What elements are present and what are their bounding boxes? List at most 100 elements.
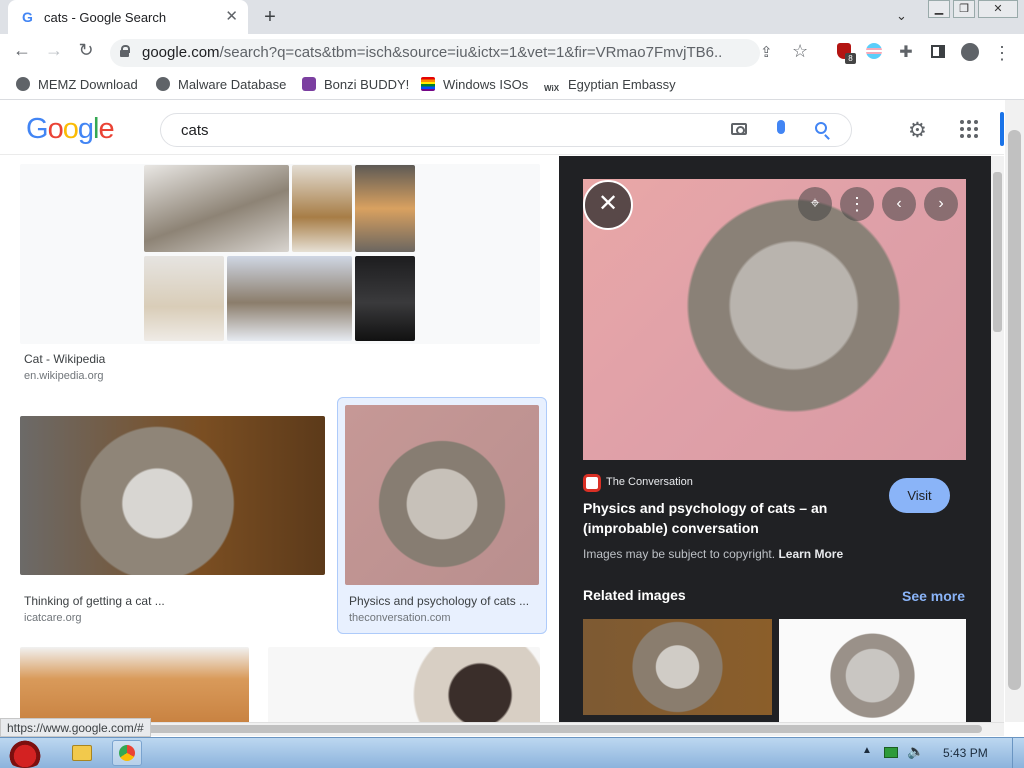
cat-photo: [292, 165, 352, 252]
wix-icon: WiX: [544, 84, 560, 93]
microphone-icon[interactable]: [777, 120, 785, 134]
learn-more-link[interactable]: Learn More: [778, 547, 843, 561]
network-icon[interactable]: [884, 747, 898, 758]
related-images-heading: Related images: [583, 587, 686, 603]
preview-title[interactable]: Physics and psychology of cats – an (imp…: [583, 498, 883, 538]
chrome-icon: [119, 745, 135, 761]
url-domain: google.com: [142, 44, 220, 61]
profile-avatar-icon[interactable]: [960, 43, 980, 63]
search-input[interactable]: cats: [181, 122, 209, 139]
preview-source-name[interactable]: The Conversation: [606, 476, 693, 488]
related-image[interactable]: [779, 619, 966, 722]
google-apps-icon[interactable]: [960, 120, 978, 138]
next-image-icon[interactable]: ›: [924, 187, 958, 221]
search-box[interactable]: cats: [160, 113, 852, 147]
start-button-angry-bird-icon[interactable]: [4, 738, 46, 768]
bookmark-label: Malware Database: [178, 77, 287, 92]
globe-icon: [156, 77, 170, 91]
page-scrollbar-thumb[interactable]: [1008, 130, 1021, 690]
logo-letter: o: [62, 113, 79, 145]
minimize-button[interactable]: ▁: [928, 0, 950, 18]
bookmark-label: Bonzi BUDDY!: [324, 77, 410, 92]
image-results-grid: Cat - Wikipedia en.wikipedia.org Thinkin…: [0, 156, 558, 722]
result-title[interactable]: Thinking of getting a cat ...: [24, 594, 165, 608]
file-explorer-icon[interactable]: [72, 745, 92, 761]
result-source: theconversation.com: [349, 612, 451, 624]
extensions-puzzle-icon[interactable]: ✚: [896, 43, 916, 63]
address-bar[interactable]: google.com/search?q=cats&tbm=isch&source…: [110, 39, 808, 67]
chrome-menu-icon[interactable]: ⋮: [992, 43, 1012, 63]
related-image[interactable]: [583, 619, 772, 715]
preview-image[interactable]: [583, 179, 966, 460]
bookmark-memz[interactable]: MEMZ Download: [16, 77, 138, 92]
copyright-text: Images may be subject to copyright.: [583, 547, 776, 561]
close-preview-button[interactable]: ✕: [583, 180, 633, 230]
result-source: icatcare.org: [24, 612, 82, 624]
panel-scrollbar-thumb[interactable]: [993, 172, 1002, 332]
bookmark-star-icon[interactable]: ☆: [792, 41, 808, 62]
close-tab-icon[interactable]: ✕: [225, 7, 238, 25]
chrome-taskbar-button[interactable]: [112, 740, 142, 766]
kitten-photo: [20, 416, 325, 575]
bookmark-label: MEMZ Download: [38, 77, 138, 92]
new-tab-button[interactable]: +: [258, 5, 282, 29]
more-options-icon[interactable]: ⋮: [840, 187, 874, 221]
cat-photo[interactable]: [268, 647, 540, 722]
see-more-link[interactable]: See more: [902, 588, 965, 604]
close-window-button[interactable]: ✕: [978, 0, 1018, 18]
previous-image-icon[interactable]: ‹: [882, 187, 916, 221]
horizontal-scrollbar-thumb[interactable]: [12, 725, 982, 733]
url-path: /search?q=cats&tbm=isch&source=iu&ictx=1…: [219, 44, 722, 61]
status-url-bubble: https://www.google.com/#: [0, 718, 151, 737]
reload-button[interactable]: ↻: [74, 40, 98, 61]
result-title[interactable]: Physics and psychology of cats ...: [349, 594, 539, 608]
side-panel-icon[interactable]: [928, 43, 948, 63]
the-conversation-logo-icon: [583, 474, 601, 492]
rainbow-flag-icon: [421, 77, 435, 91]
volume-icon[interactable]: 🔈: [907, 743, 924, 760]
settings-gear-icon[interactable]: ⚙: [908, 118, 927, 143]
tab-search-chevron-icon[interactable]: ⌄: [896, 8, 907, 24]
visit-button[interactable]: Visit: [889, 478, 950, 513]
bookmark-label: Windows ISOs: [443, 77, 529, 92]
bonzi-icon: [302, 77, 316, 91]
show-desktop-button[interactable]: [1012, 738, 1024, 768]
trans-flag-extension-icon[interactable]: [864, 43, 884, 63]
tab-title: cats - Google Search: [44, 10, 167, 25]
share-icon[interactable]: ⇪: [760, 43, 773, 61]
cat-photo: [355, 256, 415, 341]
maximize-button[interactable]: ❐: [953, 0, 975, 18]
camera-search-icon[interactable]: [731, 123, 747, 135]
logo-letter: e: [98, 113, 114, 145]
search-icon[interactable]: [815, 122, 827, 134]
bookmark-label: Egyptian Embassy: [568, 77, 676, 92]
bookmark-egyptian-embassy[interactable]: WiX Egyptian Embassy: [544, 77, 676, 98]
sign-in-button-edge[interactable]: [1000, 112, 1004, 146]
back-button[interactable]: ←: [10, 40, 34, 61]
google-favicon-icon: G: [22, 9, 33, 25]
kitten-photo: [345, 405, 539, 585]
browser-tab[interactable]: G cats - Google Search ✕: [8, 0, 248, 34]
cat-photo: [144, 256, 224, 341]
bookmarks-bar: MEMZ Download Malware Database Bonzi BUD…: [0, 70, 1024, 100]
logo-letter: o: [47, 113, 64, 145]
lock-icon: [119, 45, 130, 57]
google-logo[interactable]: Google: [26, 113, 115, 146]
bookmark-windows-isos[interactable]: Windows ISOs: [421, 77, 528, 92]
result-source: en.wikipedia.org: [24, 370, 104, 382]
tray-expand-icon[interactable]: ▲: [862, 745, 872, 756]
cat-photo: [355, 165, 415, 252]
logo-letter: G: [26, 113, 49, 145]
logo-letter: g: [77, 113, 94, 145]
cat-photo: [227, 256, 352, 341]
lens-search-icon[interactable]: ⌖: [798, 187, 832, 221]
bookmark-malware-database[interactable]: Malware Database: [156, 77, 286, 92]
result-title[interactable]: Cat - Wikipedia: [24, 352, 105, 366]
extension-badge: 8: [845, 53, 856, 64]
forward-button[interactable]: →: [42, 40, 66, 61]
system-clock[interactable]: 5:43 PM: [943, 746, 988, 760]
bookmark-bonzi-buddy[interactable]: Bonzi BUDDY!: [302, 77, 409, 92]
globe-icon: [16, 77, 30, 91]
cat-photo[interactable]: [20, 647, 249, 722]
copyright-notice: Images may be subject to copyright. Lear…: [583, 547, 843, 561]
